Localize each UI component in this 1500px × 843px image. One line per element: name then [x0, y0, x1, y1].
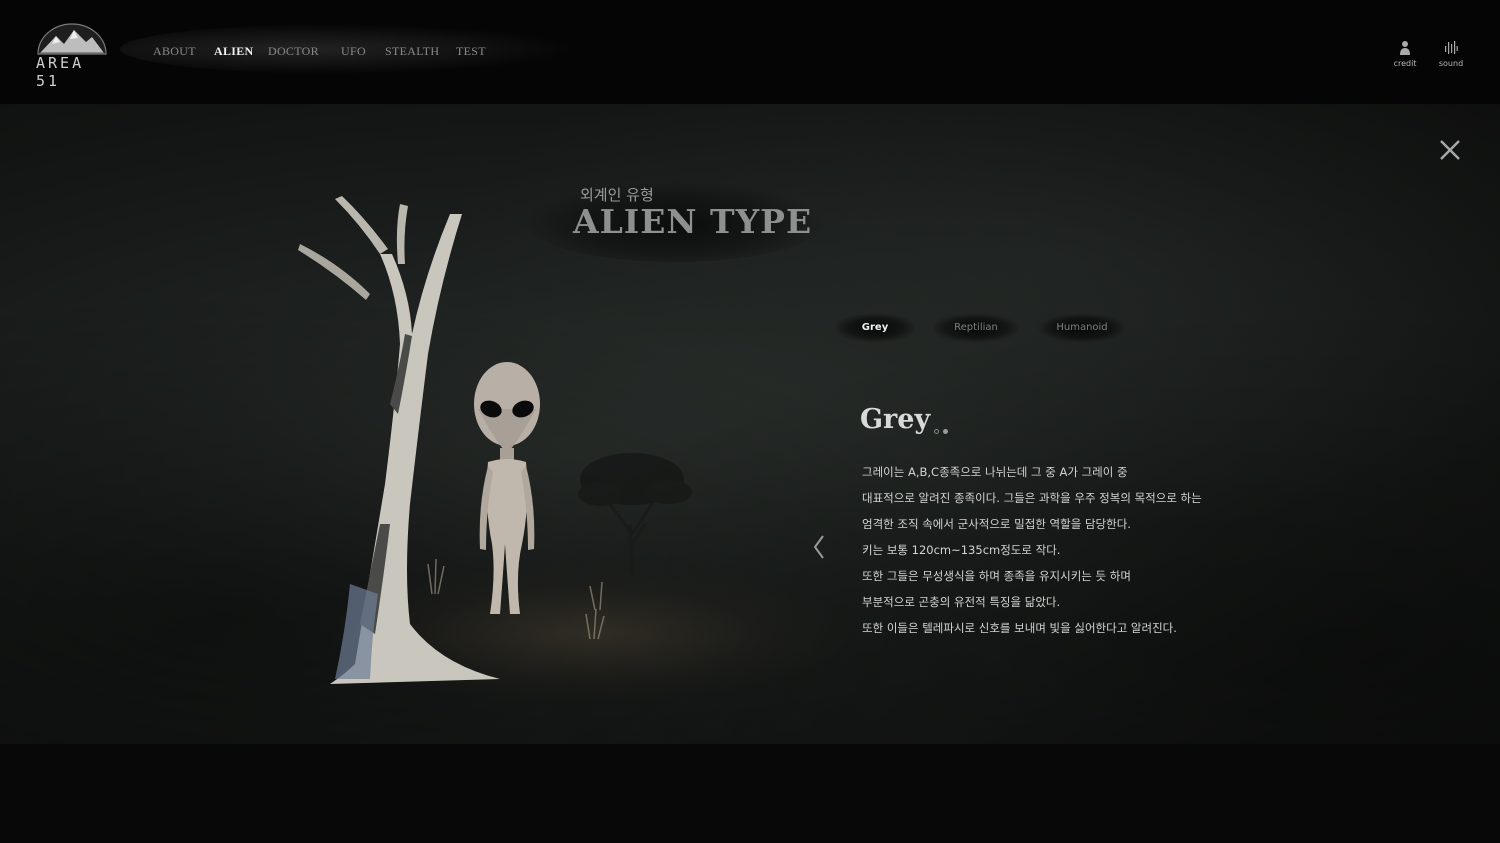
alien-type-tabs: Grey Reptilian Humanoid	[835, 314, 1135, 344]
bottom-bar	[0, 744, 1500, 843]
chevron-left-icon[interactable]	[812, 534, 826, 560]
tree-illustration	[298, 196, 500, 684]
page-dots	[934, 429, 948, 434]
tab-grey[interactable]: Grey	[835, 314, 915, 342]
sound-bars-icon	[1445, 41, 1458, 54]
close-icon[interactable]	[1438, 138, 1462, 162]
description-line: 부분적으로 곤충의 유전적 특징을 닮았다.	[862, 595, 1061, 609]
logo-text: AREA 51	[36, 54, 85, 90]
nav-doctor[interactable]: DOCTOR	[268, 44, 341, 59]
description-line: 또한 이들은 텔레파시로 신호를 보내며 빛을 싫어한다고 알려진다.	[862, 621, 1177, 635]
description-line: 또한 그들은 무성생식을 하며 종족을 유지시키는 듯 하며	[862, 569, 1131, 583]
credit-label: credit	[1393, 59, 1417, 68]
nav-ufo[interactable]: UFO	[341, 44, 385, 59]
main-nav: ABOUT ALIEN DOCTOR UFO STEALTH TEST	[153, 44, 496, 59]
description-line: 엄격한 조직 속에서 군사적으로 밀접한 역할을 담당한다.	[862, 517, 1131, 531]
mountain-logo-icon	[37, 23, 107, 55]
detail-description: 그레이는 A,B,C종족으로 나뉘는데 그 중 A가 그레이 중 대표적으로 알…	[862, 459, 1242, 641]
section-title: ALIEN TYPE	[573, 202, 813, 241]
detail-title: Grey	[860, 404, 931, 435]
page-dot-2[interactable]	[943, 429, 948, 434]
bush-illustration	[578, 453, 692, 575]
top-tools: credit sound	[1394, 40, 1464, 68]
description-line: 키는 보통 120cm~135cm정도로 작다.	[862, 543, 1061, 557]
nav-about[interactable]: ABOUT	[153, 44, 214, 59]
sound-label: sound	[1438, 59, 1464, 68]
area51-logo[interactable]: AREA 51	[34, 22, 110, 90]
nav-alien[interactable]: ALIEN	[214, 44, 268, 59]
person-icon	[1400, 41, 1410, 55]
description-line: 대표적으로 알려진 종족이다. 그들은 과학을 우주 정복의 목적으로 하는	[862, 491, 1202, 505]
description-line: 그레이는 A,B,C종족으로 나뉘는데 그 중 A가 그레이 중	[862, 465, 1128, 479]
alien-type-stage: 외계인 유형 ALIEN TYPE Grey Reptilian Humanoi…	[0, 104, 1500, 744]
nav-test[interactable]: TEST	[456, 44, 496, 59]
tab-reptilian[interactable]: Reptilian	[933, 314, 1019, 342]
credit-button[interactable]: credit	[1394, 40, 1416, 68]
grey-alien-illustration	[474, 362, 540, 614]
nav-stealth[interactable]: STEALTH	[385, 44, 456, 59]
tab-humanoid[interactable]: Humanoid	[1039, 314, 1125, 342]
sound-button[interactable]: sound	[1438, 40, 1464, 68]
page-dot-1[interactable]	[934, 429, 939, 434]
top-header: AREA 51 ABOUT ALIEN DOCTOR UFO STEALTH T…	[0, 0, 1500, 104]
